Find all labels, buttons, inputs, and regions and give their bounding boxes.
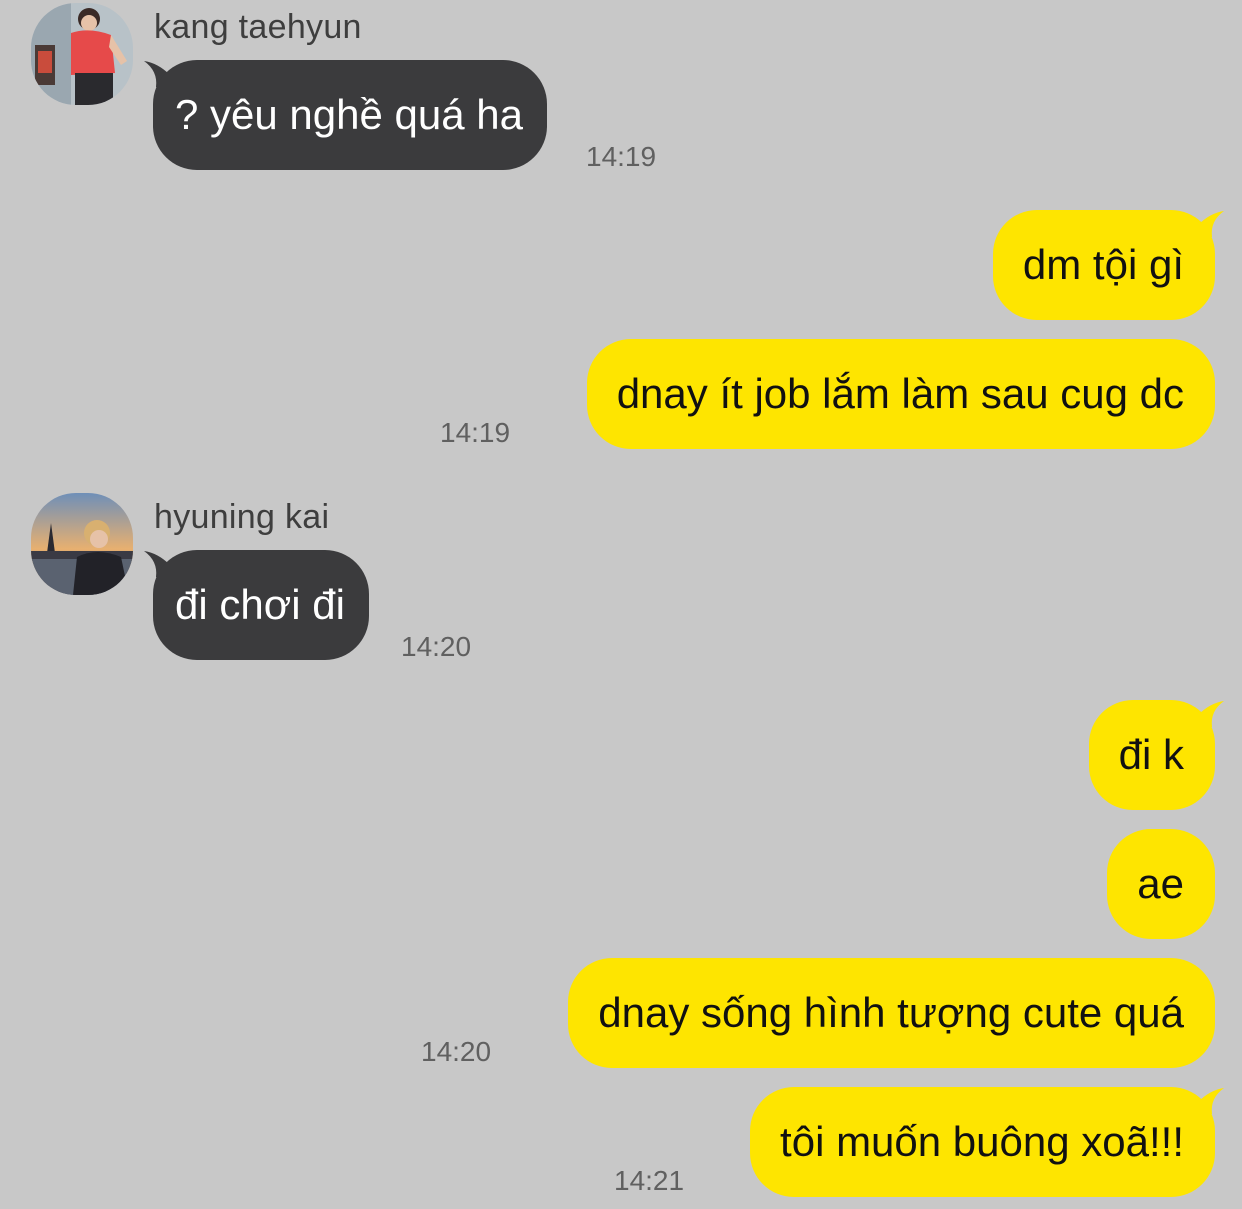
sender-name: hyuning kai [154, 498, 330, 536]
profile-photo-icon [31, 3, 133, 105]
message-bubble-outgoing[interactable]: dnay sống hình tượng cute quá [568, 958, 1215, 1068]
message-timestamp: 14:21 [614, 1165, 685, 1196]
message-timestamp: 14:20 [421, 1036, 492, 1067]
profile-photo-icon [31, 493, 133, 595]
message-timestamp: 14:19 [586, 141, 657, 172]
avatar-kang-taehyun[interactable] [31, 3, 133, 105]
avatar-hyuning-kai[interactable] [31, 493, 133, 595]
message-bubble-outgoing[interactable]: đi k [1088, 700, 1215, 810]
sender-name: kang taehyun [154, 8, 362, 46]
message-bubble-incoming[interactable]: ? yêu nghề quá ha [153, 60, 547, 170]
message-bubble-outgoing[interactable]: dm tội gì [992, 210, 1215, 320]
bubble-tail [1198, 701, 1224, 727]
bubble-tail [1198, 1088, 1224, 1114]
message-bubble-outgoing[interactable]: dnay ít job lắm làm sau cug dc [586, 339, 1215, 449]
message-bubble-outgoing[interactable]: ae [1107, 829, 1215, 939]
bubble-tail [1198, 211, 1224, 237]
message-bubble-outgoing[interactable]: tôi muốn buông xoã!!! [750, 1087, 1215, 1197]
message-timestamp: 14:19 [440, 417, 511, 448]
message-timestamp: 14:20 [401, 631, 472, 662]
message-bubble-incoming[interactable]: đi chơi đi [153, 550, 369, 660]
